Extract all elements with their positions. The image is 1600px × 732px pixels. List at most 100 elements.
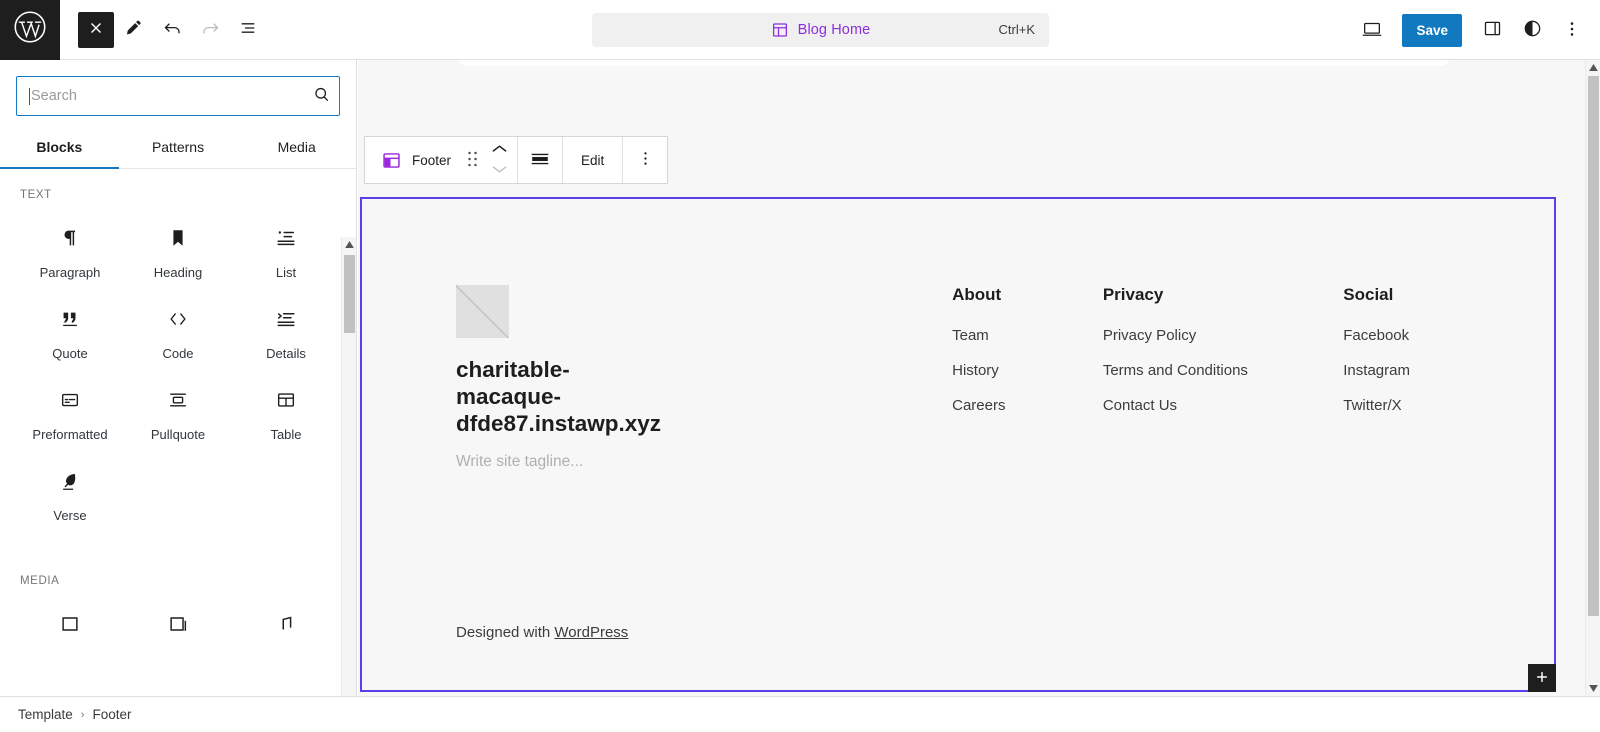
site-tagline-input[interactable]: Write site tagline... bbox=[456, 453, 952, 471]
save-button[interactable]: Save bbox=[1402, 13, 1462, 47]
site-title[interactable]: charitable-macaque-dfde87.instawp.xyz bbox=[456, 356, 661, 437]
blocks-list-scroll-area: TEXT Paragraph Heading List Quote Code D… bbox=[0, 169, 356, 689]
edit-template-part-button[interactable]: Edit bbox=[567, 137, 618, 183]
breadcrumb-item-footer[interactable]: Footer bbox=[92, 707, 131, 722]
block-item-details[interactable]: Details bbox=[232, 290, 340, 369]
block-item-audio[interactable] bbox=[232, 595, 340, 659]
tab-blocks[interactable]: Blocks bbox=[0, 128, 119, 169]
settings-sidebar-icon bbox=[1482, 18, 1503, 42]
inserter-scrollbar-thumb[interactable] bbox=[344, 255, 355, 333]
block-more-options-button[interactable] bbox=[627, 137, 663, 183]
breadcrumb-item-template[interactable]: Template bbox=[18, 707, 73, 722]
footer-link[interactable]: Careers bbox=[952, 397, 1103, 414]
redo-button[interactable] bbox=[192, 12, 228, 48]
search-icon bbox=[312, 85, 331, 107]
footer-link[interactable]: History bbox=[952, 362, 1103, 379]
previous-block-fragment bbox=[456, 60, 1451, 66]
footer-content: charitable-macaque-dfde87.instawp.xyz Wr… bbox=[362, 199, 1554, 690]
block-item-paragraph[interactable]: Paragraph bbox=[16, 209, 124, 288]
footer-link[interactable]: Facebook bbox=[1343, 327, 1494, 344]
footer-link[interactable]: Instagram bbox=[1343, 362, 1494, 379]
footer-credit-prefix: Designed with bbox=[456, 624, 555, 641]
pullquote-icon bbox=[167, 385, 189, 415]
site-logo-placeholder-icon[interactable] bbox=[456, 285, 509, 338]
gallery-icon bbox=[167, 609, 189, 639]
edit-tools-button[interactable] bbox=[116, 12, 152, 48]
footer-template-part-block[interactable]: charitable-macaque-dfde87.instawp.xyz Wr… bbox=[360, 197, 1556, 692]
block-label: Pullquote bbox=[150, 427, 206, 442]
block-label: Table bbox=[270, 427, 302, 442]
wordpress-credit-link[interactable]: WordPress bbox=[554, 624, 628, 641]
search-input-wrapper[interactable]: Search bbox=[16, 76, 340, 116]
canvas-scrollbar-thumb[interactable] bbox=[1588, 76, 1599, 616]
pencil-icon bbox=[124, 18, 144, 41]
block-label: List bbox=[275, 265, 297, 280]
more-options-button[interactable] bbox=[1554, 12, 1590, 48]
details-icon bbox=[275, 304, 297, 334]
global-styles-button[interactable] bbox=[1514, 12, 1550, 48]
block-item-pullquote[interactable]: Pullquote bbox=[124, 371, 232, 450]
move-up-button[interactable] bbox=[492, 140, 507, 160]
move-down-button[interactable] bbox=[492, 160, 507, 180]
template-part-icon bbox=[771, 21, 789, 39]
align-full-width-icon bbox=[529, 148, 551, 173]
footer-column-heading: Privacy bbox=[1102, 285, 1164, 304]
footer-column-heading: Social bbox=[1343, 285, 1394, 304]
wordpress-logo-icon bbox=[13, 10, 47, 49]
quote-icon bbox=[59, 304, 81, 334]
block-label: Details bbox=[266, 346, 306, 361]
list-icon bbox=[275, 223, 297, 253]
settings-sidebar-button[interactable] bbox=[1474, 12, 1510, 48]
scroll-up-arrow-icon[interactable] bbox=[342, 237, 356, 252]
search-submit-button[interactable] bbox=[312, 85, 331, 107]
tab-media[interactable]: Media bbox=[237, 128, 356, 168]
block-item-gallery[interactable] bbox=[124, 595, 232, 659]
footer-column-about: About Team History Careers bbox=[952, 285, 1103, 471]
breadcrumb-separator-icon: › bbox=[80, 708, 85, 721]
undo-button[interactable] bbox=[154, 12, 190, 48]
block-item-image[interactable] bbox=[16, 595, 124, 659]
scroll-down-arrow-icon[interactable] bbox=[1586, 681, 1600, 696]
block-item-list[interactable]: List bbox=[232, 209, 340, 288]
heading-bookmark-icon bbox=[167, 223, 189, 253]
edit-group: Edit bbox=[563, 137, 624, 183]
add-block-button[interactable] bbox=[1528, 664, 1556, 692]
block-item-code[interactable]: Code bbox=[124, 290, 232, 369]
table-icon bbox=[275, 385, 297, 415]
desktop-preview-button[interactable] bbox=[1354, 12, 1390, 48]
align-full-width-button[interactable] bbox=[522, 137, 558, 183]
more-options-vertical-icon bbox=[1562, 19, 1582, 42]
block-item-preformatted[interactable]: Preformatted bbox=[16, 371, 124, 450]
inserter-scrollbar[interactable] bbox=[341, 237, 356, 732]
block-item-verse[interactable]: Verse bbox=[16, 452, 124, 531]
paragraph-icon bbox=[59, 223, 81, 253]
scroll-up-arrow-icon[interactable] bbox=[1586, 60, 1600, 75]
list-view-button[interactable] bbox=[230, 12, 266, 48]
footer-columns: charitable-macaque-dfde87.instawp.xyz Wr… bbox=[362, 285, 1554, 471]
search-input[interactable]: Search bbox=[31, 88, 77, 104]
wordpress-logo-button[interactable] bbox=[0, 0, 60, 60]
block-label: Heading bbox=[153, 265, 203, 280]
section-label-text: TEXT bbox=[20, 189, 52, 201]
document-title: Blog Home bbox=[797, 22, 871, 38]
search-area: Search bbox=[0, 60, 356, 116]
block-item-heading[interactable]: Heading bbox=[124, 209, 232, 288]
chevron-down-icon bbox=[492, 161, 507, 179]
close-inserter-button[interactable] bbox=[78, 11, 114, 48]
drag-handle-button[interactable] bbox=[459, 137, 485, 183]
footer-link[interactable]: Terms and Conditions bbox=[1103, 362, 1343, 379]
block-item-quote[interactable]: Quote bbox=[16, 290, 124, 369]
block-toolbar-label: Footer bbox=[412, 152, 452, 168]
block-type-switcher-button[interactable]: Footer bbox=[369, 148, 459, 172]
footer-link[interactable]: Contact Us bbox=[1103, 397, 1343, 414]
footer-link[interactable]: Privacy Policy bbox=[1103, 327, 1343, 344]
block-label: Quote bbox=[52, 346, 88, 361]
footer-link[interactable]: Team bbox=[952, 327, 1103, 344]
document-title-command-bar[interactable]: Blog Home Ctrl+K bbox=[592, 13, 1049, 47]
footer-link[interactable]: Twitter/X bbox=[1343, 397, 1494, 414]
template-part-purple-icon bbox=[379, 148, 403, 172]
tab-patterns[interactable]: Patterns bbox=[119, 128, 238, 168]
canvas-scrollbar[interactable] bbox=[1585, 60, 1600, 696]
block-item-table[interactable]: Table bbox=[232, 371, 340, 450]
footer-column-heading: About bbox=[952, 285, 1002, 304]
